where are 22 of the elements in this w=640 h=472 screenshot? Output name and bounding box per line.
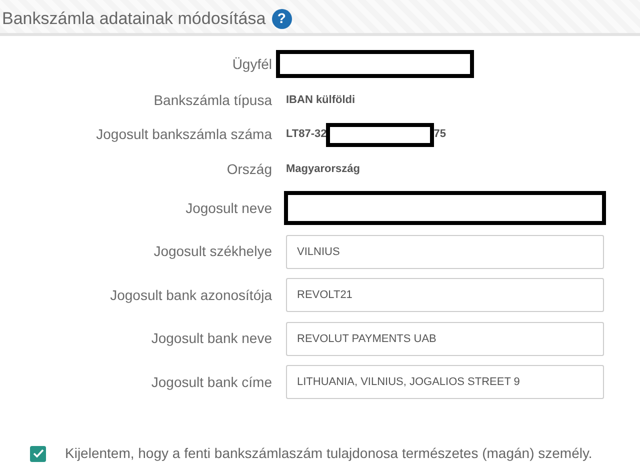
declaration-text: Kijelentem, hogy a fenti bankszámlaszám tulajdonosa természetes (magán) személy. <box>65 444 592 463</box>
field-value: IBAN külföldi <box>286 92 356 108</box>
field-label: Ügyfél <box>232 54 273 74</box>
text-field[interactable]: LITHUANIA, VILNIUS, JOGALIOS STREET 9 <box>286 365 604 399</box>
field-label: Jogosult bankszámla száma <box>96 125 273 144</box>
field-label: Bankszámla típusa <box>154 90 273 110</box>
field-label: Jogosult bank azonosítója <box>110 286 273 305</box>
field-label: Jogosult székhelye <box>154 242 273 261</box>
checkbox[interactable] <box>30 446 46 462</box>
account-number-end: 75 <box>434 127 446 142</box>
field-value: Magyarország <box>286 162 360 177</box>
checkmark-icon <box>32 449 44 458</box>
field-label: Jogosult bank címe <box>151 372 273 392</box>
field-label: Jogosult neve <box>186 198 273 218</box>
page-title: Bankszámla adatainak módosítása <box>2 8 266 30</box>
text-field[interactable]: REVOLUT PAYMENTS UAB <box>286 322 604 356</box>
text-field[interactable]: REVOLT21 <box>286 278 604 312</box>
field-label: Jogosult bank neve <box>151 329 273 348</box>
text-field[interactable]: VILNIUS <box>286 234 604 268</box>
help-icon[interactable]: ? <box>272 8 292 28</box>
field-label: Ország <box>226 160 273 179</box>
account-number-start: LT87-32 <box>286 127 327 142</box>
